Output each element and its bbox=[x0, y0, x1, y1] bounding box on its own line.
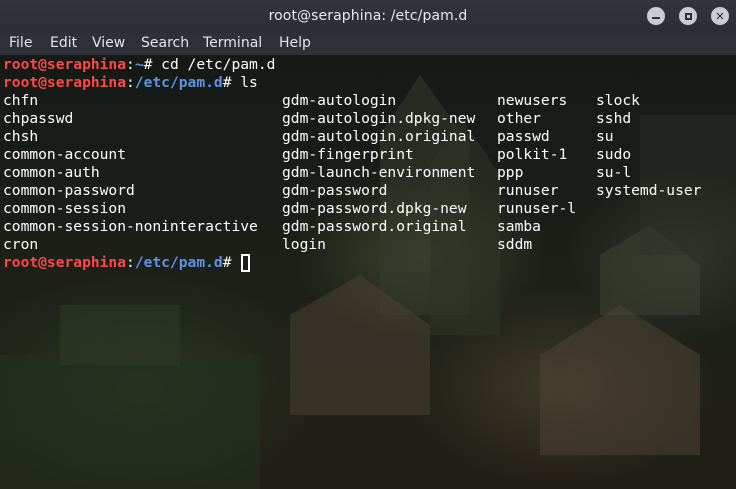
file-entry: gdm-password.dpkg-new bbox=[282, 200, 467, 217]
file-entry: gdm-fingerprint bbox=[282, 146, 414, 163]
file-entry: chsh bbox=[3, 128, 39, 145]
menu-help[interactable]: Help bbox=[279, 35, 311, 51]
terminal-output[interactable]: root@seraphina:~# cd /etc/pam.d root@ser… bbox=[0, 55, 736, 489]
maximize-icon[interactable] bbox=[679, 7, 697, 25]
ls-row: common-session-noninteractive gdm-passwor… bbox=[3, 218, 733, 236]
title-bar[interactable]: root@seraphina: /etc/pam.d ✕ bbox=[0, 0, 736, 34]
file-entry: systemd-user bbox=[596, 182, 702, 199]
file-entry: polkit-1 bbox=[497, 146, 568, 163]
minimize-icon[interactable] bbox=[647, 7, 665, 25]
file-entry: other bbox=[497, 110, 541, 127]
ls-row: chsh gdm-autologin.original passwd su bbox=[3, 128, 733, 146]
menu-edit[interactable]: Edit bbox=[50, 35, 77, 51]
menu-search[interactable]: Search bbox=[141, 35, 189, 51]
file-entry: gdm-autologin.original bbox=[282, 128, 476, 145]
file-entry: cron bbox=[3, 236, 39, 253]
ls-row: common-password gdm-password runuser system… bbox=[3, 182, 733, 200]
terminal-window: root@seraphina: /etc/pam.d ✕ File Edit V… bbox=[0, 0, 736, 489]
file-entry: ppp bbox=[497, 164, 524, 181]
command-text: # cd /etc/pam.d bbox=[143, 56, 276, 73]
file-entry: chfn bbox=[3, 92, 39, 109]
menu-file[interactable]: File bbox=[9, 35, 32, 51]
file-entry: common-account bbox=[3, 146, 127, 163]
menu-terminal[interactable]: Terminal bbox=[203, 35, 262, 51]
ls-row: chpasswd gdm-autologin.dpkg-new other sshd bbox=[3, 110, 733, 128]
file-entry: gdm-launch-environment bbox=[282, 164, 476, 181]
file-entry: runuser-l bbox=[497, 200, 577, 217]
prompt-path: /etc/pam.d bbox=[134, 254, 223, 271]
ls-row: chfn gdm-autologin newusers slock bbox=[3, 92, 733, 110]
prompt-path: ~ bbox=[134, 56, 144, 73]
file-entry: common-auth bbox=[3, 164, 100, 181]
file-entry: runuser bbox=[497, 182, 559, 199]
file-entry: passwd bbox=[497, 128, 550, 145]
file-entry: chpasswd bbox=[3, 110, 74, 127]
menu-bar: File Edit View Search Terminal Help bbox=[0, 33, 736, 55]
file-entry: sudo bbox=[596, 146, 632, 163]
prompt-user: root@seraphina bbox=[3, 74, 127, 91]
command-text: # ls bbox=[222, 74, 258, 91]
window-title: root@seraphina: /etc/pam.d bbox=[268, 8, 468, 24]
prompt-symbol: # bbox=[222, 254, 241, 271]
ls-row: common-auth gdm-launch-environment ppp su-l bbox=[3, 164, 733, 182]
terminal-line: root@seraphina:/etc/pam.d# ls bbox=[3, 74, 258, 92]
file-entry: common-password bbox=[3, 182, 135, 199]
file-entry: gdm-password.original bbox=[282, 218, 467, 235]
file-entry: su-l bbox=[596, 164, 632, 181]
close-icon[interactable]: ✕ bbox=[711, 7, 729, 25]
prompt-separator: : bbox=[126, 254, 135, 271]
terminal-prompt-line[interactable]: root@seraphina:/etc/pam.d# bbox=[3, 254, 251, 272]
file-entry: slock bbox=[596, 92, 640, 109]
file-entry: common-session-noninteractive bbox=[3, 218, 258, 235]
prompt-separator: : bbox=[126, 56, 135, 73]
prompt-separator: : bbox=[126, 74, 135, 91]
ls-row: common-account gdm-fingerprint polkit-1 sud… bbox=[3, 146, 733, 164]
ls-row: cron login sddm bbox=[3, 236, 733, 254]
file-entry: gdm-password bbox=[282, 182, 388, 199]
file-entry: sshd bbox=[596, 110, 632, 127]
file-entry: gdm-autologin.dpkg-new bbox=[282, 110, 476, 127]
cursor bbox=[241, 254, 251, 272]
menu-view[interactable]: View bbox=[92, 35, 125, 51]
file-entry: su bbox=[596, 128, 614, 145]
file-entry: common-session bbox=[3, 200, 127, 217]
file-entry: sddm bbox=[497, 236, 533, 253]
file-entry: newusers bbox=[497, 92, 568, 109]
prompt-path: /etc/pam.d bbox=[134, 74, 223, 91]
file-entry: samba bbox=[497, 218, 541, 235]
ls-row: common-session gdm-password.dpkg-new runus… bbox=[3, 200, 733, 218]
prompt-user: root@seraphina bbox=[3, 254, 127, 271]
file-entry: login bbox=[282, 236, 326, 253]
terminal-line: root@seraphina:~# cd /etc/pam.d bbox=[3, 56, 275, 74]
file-entry: gdm-autologin bbox=[282, 92, 397, 109]
prompt-user: root@seraphina bbox=[3, 56, 127, 73]
